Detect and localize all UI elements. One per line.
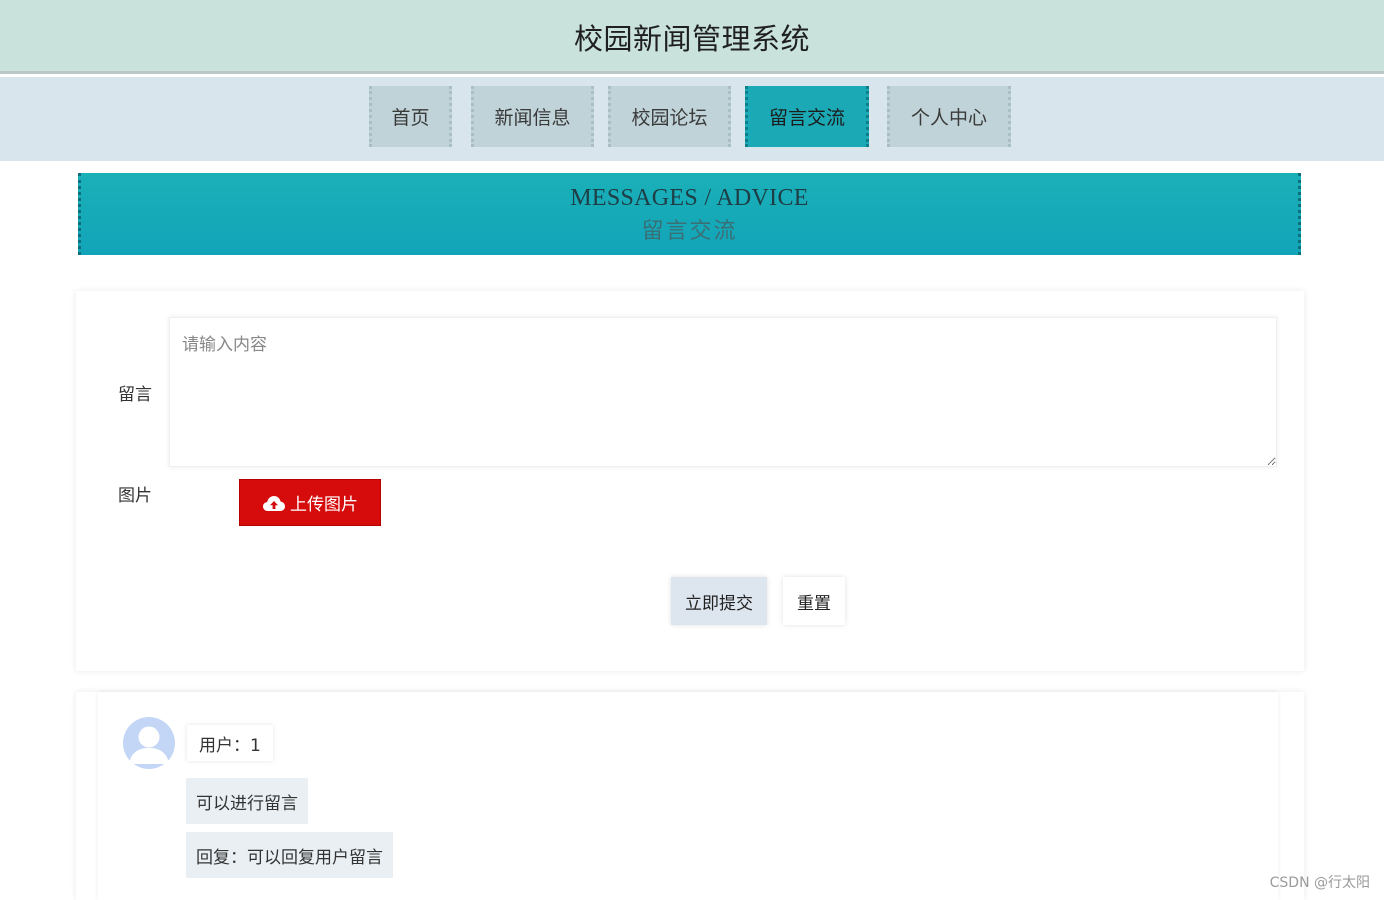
user-avatar-icon xyxy=(123,717,175,769)
cloud-upload-icon xyxy=(263,495,285,511)
nav-home[interactable]: 首页 xyxy=(369,86,452,147)
message-list: 用户：1 可以进行留言 回复：可以回复用户留言 xyxy=(76,692,1304,900)
nav-profile[interactable]: 个人中心 xyxy=(887,86,1011,147)
message-form: 留言 图片 上传图片 立即提交 重置 xyxy=(76,291,1304,671)
main-nav: 首页 新闻信息 校园论坛 留言交流 个人中心 xyxy=(0,77,1384,161)
message-input[interactable] xyxy=(169,317,1277,467)
site-header: 校园新闻管理系统 xyxy=(0,0,1384,74)
message-content: 可以进行留言 xyxy=(186,778,308,824)
submit-button[interactable]: 立即提交 xyxy=(671,577,767,625)
banner-title-en: MESSAGES / ADVICE xyxy=(570,185,809,211)
nav-forum[interactable]: 校园论坛 xyxy=(608,86,731,147)
watermark: CSDN @行太阳 xyxy=(1269,875,1370,891)
section-banner: MESSAGES / ADVICE 留言交流 xyxy=(78,173,1301,255)
upload-image-button[interactable]: 上传图片 xyxy=(239,479,381,526)
upload-button-label: 上传图片 xyxy=(290,495,358,515)
image-label: 图片 xyxy=(118,486,152,506)
message-label: 留言 xyxy=(118,385,152,405)
site-title: 校园新闻管理系统 xyxy=(573,22,810,56)
message-item: 用户：1 可以进行留言 回复：可以回复用户留言 xyxy=(98,692,1278,900)
message-reply: 回复：可以回复用户留言 xyxy=(186,832,393,878)
nav-messages[interactable]: 留言交流 xyxy=(745,86,869,147)
reset-button[interactable]: 重置 xyxy=(783,577,845,625)
banner-title-cn: 留言交流 xyxy=(641,219,738,244)
nav-news[interactable]: 新闻信息 xyxy=(471,86,594,147)
message-user: 用户：1 xyxy=(187,725,273,761)
